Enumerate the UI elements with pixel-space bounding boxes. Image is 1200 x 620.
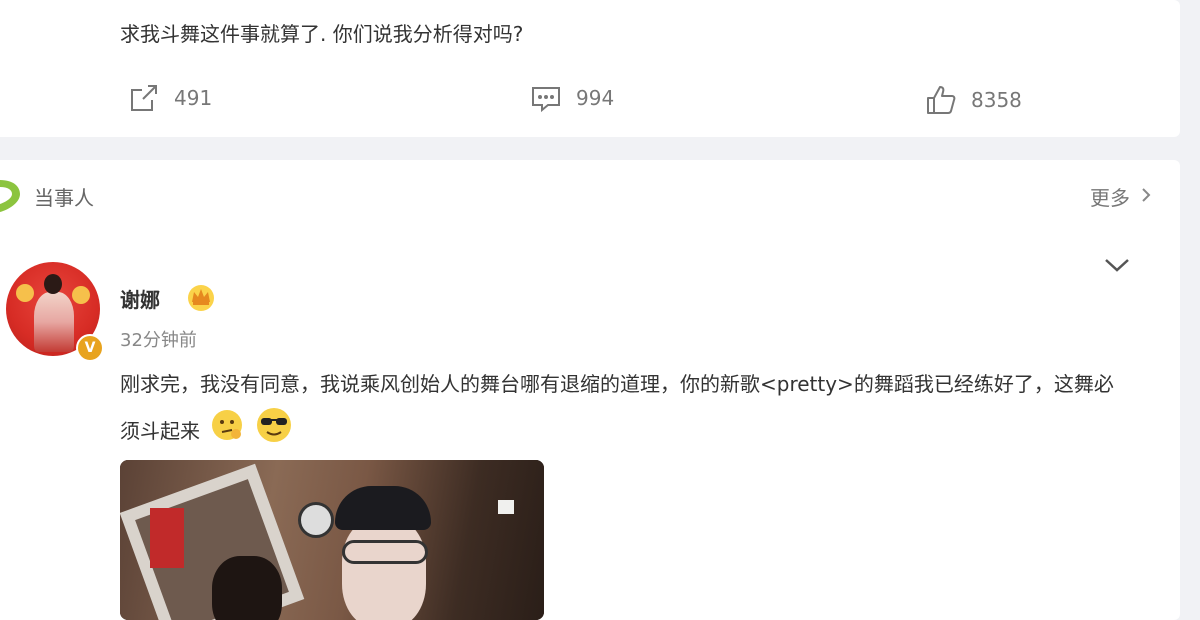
repost-button[interactable]: 491 <box>128 82 212 114</box>
expand-menu-button[interactable] <box>1104 257 1130 277</box>
post-text: 求我斗舞这件事就算了. 你们说我分析得对吗? <box>120 22 524 46</box>
chevron-down-icon <box>1104 258 1130 277</box>
like-count: 8358 <box>971 88 1022 112</box>
chevron-right-icon <box>1140 185 1152 209</box>
location-pin-icon <box>0 178 22 214</box>
comment-count: 994 <box>576 86 615 110</box>
comment-content: 刚求完，我没有同意，我说乘风创始人的舞台哪有退缩的道理，你的新歌<pretty>… <box>120 362 1130 459</box>
sunglasses-face-emoji-icon <box>255 406 293 459</box>
share-icon <box>128 82 160 114</box>
section-header: 当事人 <box>0 178 94 214</box>
comment-photo[interactable] <box>120 460 544 620</box>
thumbs-up-icon <box>925 84 957 116</box>
section-title: 当事人 <box>34 185 94 210</box>
involved-party-card: 当事人 更多 V 谢娜 32分钟前 刚求完，我没有同意，我说乘风创始人的舞台哪有… <box>0 160 1180 620</box>
verified-badge: V <box>76 334 104 362</box>
like-button[interactable]: 8358 <box>925 84 1022 116</box>
more-link[interactable]: 更多 <box>1090 182 1152 211</box>
username[interactable]: 谢娜 <box>120 284 160 313</box>
thinking-face-emoji-icon <box>210 408 244 457</box>
timestamp: 32分钟前 <box>120 330 197 351</box>
comment-icon <box>530 82 562 114</box>
comment-button[interactable]: 994 <box>530 82 614 114</box>
post-card: 求我斗舞这件事就算了. 你们说我分析得对吗? 491 994 8358 <box>0 0 1180 137</box>
more-label: 更多 <box>1090 186 1130 210</box>
repost-count: 491 <box>174 86 213 110</box>
crown-icon <box>186 282 216 316</box>
